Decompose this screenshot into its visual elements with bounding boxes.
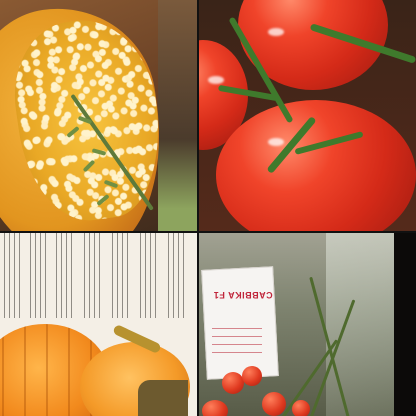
text-column xyxy=(140,232,160,318)
label-text-line xyxy=(212,336,262,337)
small-tomato xyxy=(202,400,228,416)
greenhouse-photo: CABBIKA F1 xyxy=(198,232,416,416)
seed-label-title: CABBIKA F1 xyxy=(213,290,273,300)
label-text-line xyxy=(212,352,262,353)
text-column xyxy=(112,232,132,318)
tomato-highlight xyxy=(208,76,224,84)
tomatoes-photo xyxy=(198,0,416,232)
label-text-line xyxy=(212,344,262,345)
tomato xyxy=(216,100,416,232)
seed-label-card xyxy=(201,266,279,380)
page-tab xyxy=(138,380,188,416)
small-tomato xyxy=(222,372,244,394)
tomato-highlight xyxy=(268,138,284,146)
background-surface xyxy=(158,0,198,232)
text-column xyxy=(84,232,104,318)
tile-divider xyxy=(0,231,416,233)
label-text-line xyxy=(212,328,262,329)
small-tomato xyxy=(242,366,262,386)
tomato-highlight xyxy=(268,28,284,36)
magazine-pumpkin-photo xyxy=(0,232,198,416)
tile-divider xyxy=(197,0,199,416)
edge-shadow xyxy=(394,232,416,416)
text-column xyxy=(4,232,24,318)
small-tomato xyxy=(262,392,286,416)
stuffed-squash-photo xyxy=(0,0,198,232)
photo-collage: CABBIKA F1 xyxy=(0,0,416,416)
text-column xyxy=(168,232,188,318)
text-column xyxy=(56,232,76,318)
text-column xyxy=(30,232,50,318)
small-tomato xyxy=(292,400,310,416)
